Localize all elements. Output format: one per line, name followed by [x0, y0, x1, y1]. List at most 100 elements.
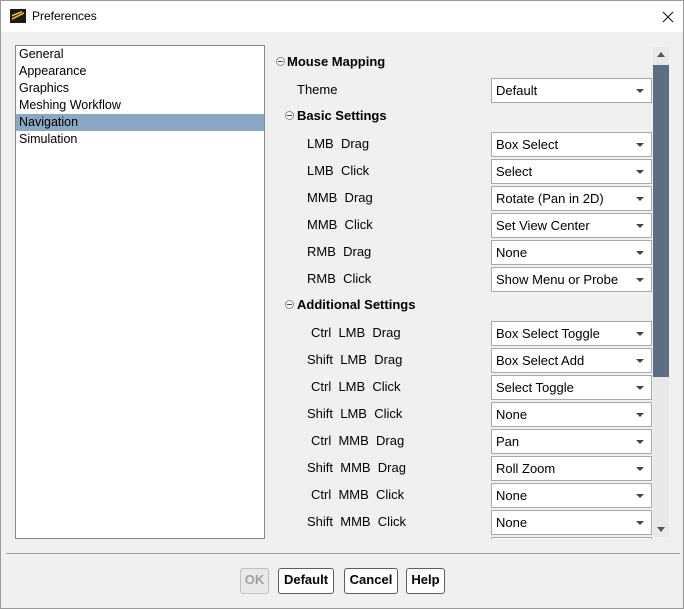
category-list: General Appearance Graphics Meshing Work… [15, 45, 265, 539]
chevron-down-icon [636, 224, 644, 228]
shift-lmb-drag-dropdown[interactable]: Box Select Add [491, 348, 652, 373]
dropdown-value: Default [496, 83, 538, 98]
setting-row: Shift MMB Drag Roll Zoom [271, 454, 653, 481]
dropdown-value: None [496, 488, 528, 503]
chevron-down-icon [636, 386, 644, 390]
setting-label: RMB Click [307, 271, 372, 286]
setting-label: RMB Drag [307, 244, 372, 259]
dropdown-value: Select Toggle [496, 380, 574, 395]
chevron-down-icon [636, 332, 644, 336]
setting-label: Ctrl LMB Drag [311, 325, 401, 340]
ctrl-mmb-drag-dropdown[interactable]: Pan [491, 429, 652, 454]
additional-settings-header: Additional Settings [271, 292, 653, 319]
shift-lmb-click-dropdown[interactable]: None [491, 402, 652, 427]
chevron-down-icon [636, 521, 644, 525]
chevron-down-icon [636, 467, 644, 471]
ok-button[interactable]: OK [240, 568, 269, 594]
category-navigation[interactable]: Navigation [16, 114, 264, 131]
settings-panel: Mouse Mapping Theme Default Basic Settin… [271, 45, 669, 539]
theme-label: Theme [297, 82, 338, 97]
setting-row: RMB Click Show Menu or Probe [271, 265, 653, 292]
setting-row: Shift LMB Drag Box Select Add [271, 346, 653, 373]
lmb-click-dropdown[interactable]: Select [491, 159, 652, 184]
ctrl-lmb-drag-dropdown[interactable]: Box Select Toggle [491, 321, 652, 346]
scroll-thumb[interactable] [653, 65, 669, 377]
shift-mmb-drag-dropdown[interactable]: Roll Zoom [491, 456, 652, 481]
chevron-down-icon [636, 494, 644, 498]
scroll-up-arrow-icon[interactable] [653, 47, 669, 63]
mouse-mapping-header: Mouse Mapping [271, 49, 653, 76]
setting-row: Ctrl MMB Drag Pan [271, 427, 653, 454]
dropdown-value: None [496, 245, 528, 260]
category-graphics[interactable]: Graphics [16, 80, 264, 97]
category-simulation[interactable]: Simulation [16, 131, 264, 148]
setting-row: LMB Drag Box Select [271, 130, 653, 157]
chevron-down-icon [636, 278, 644, 282]
lmb-drag-dropdown[interactable]: Box Select [491, 132, 652, 157]
help-button[interactable]: Help [406, 568, 445, 594]
scroll-down-arrow-icon[interactable] [653, 521, 669, 537]
close-button[interactable] [652, 1, 683, 32]
close-icon [662, 11, 673, 22]
basic-settings-header: Basic Settings [271, 103, 653, 130]
collapse-icon[interactable] [276, 57, 285, 66]
setting-label: Ctrl MMB Click [311, 487, 405, 502]
setting-row: Ctrl LMB Drag Box Select Toggle [271, 319, 653, 346]
theme-dropdown[interactable]: Default [491, 78, 652, 103]
setting-row: MMB Drag Rotate (Pan in 2D) [271, 184, 653, 211]
setting-label: Ctrl MMB Drag [311, 433, 405, 448]
chevron-down-icon [636, 143, 644, 147]
dropdown-value: Box Select Toggle [496, 326, 600, 341]
settings-scrollbar[interactable] [653, 47, 669, 537]
dropdown-value: Select [496, 164, 533, 179]
default-button[interactable]: Default [278, 568, 334, 594]
setting-label: MMB Drag [307, 190, 373, 205]
dropdown-value: None [496, 407, 528, 422]
category-meshing-workflow[interactable]: Meshing Workflow [16, 97, 264, 114]
category-general[interactable]: General [16, 46, 264, 63]
setting-label: LMB Drag [307, 136, 370, 151]
setting-label: MMB Click [307, 217, 373, 232]
setting-row: Ctrl LMB Click Select Toggle [271, 373, 653, 400]
section-title-mouse-mapping: Mouse Mapping [287, 54, 386, 69]
category-appearance[interactable]: Appearance [16, 63, 264, 80]
chevron-down-icon [636, 251, 644, 255]
window-title: Preferences [32, 9, 97, 23]
dropdown-value: Show Menu or Probe [496, 272, 619, 287]
ctrl-lmb-click-dropdown[interactable]: Select Toggle [491, 375, 652, 400]
chevron-down-icon [636, 440, 644, 444]
dropdown-value: Set View Center [496, 218, 590, 233]
app-logo-icon [10, 9, 26, 23]
next-setting-dropdown[interactable] [491, 537, 652, 539]
setting-label: Ctrl LMB Click [311, 379, 401, 394]
cancel-button[interactable]: Cancel [344, 568, 398, 594]
chevron-down-icon [636, 197, 644, 201]
title-bar: Preferences [1, 1, 683, 32]
setting-row [271, 535, 653, 539]
shift-mmb-click-dropdown[interactable]: None [491, 510, 652, 535]
setting-label: LMB Click [307, 163, 370, 178]
rmb-drag-dropdown[interactable]: None [491, 240, 652, 265]
dropdown-value: Roll Zoom [496, 461, 556, 476]
rmb-click-dropdown[interactable]: Show Menu or Probe [491, 267, 652, 292]
section-title-additional-settings: Additional Settings [297, 297, 416, 312]
section-title-basic-settings: Basic Settings [297, 108, 387, 123]
dropdown-value: Box Select [496, 137, 559, 152]
chevron-down-icon [636, 413, 644, 417]
setting-label: Shift MMB Click [307, 514, 406, 529]
dropdown-value: None [496, 515, 528, 530]
preferences-window: Preferences General Appearance Graphics … [0, 0, 684, 609]
ctrl-mmb-click-dropdown[interactable]: None [491, 483, 652, 508]
footer-divider [6, 553, 680, 554]
setting-row: LMB Click Select [271, 157, 653, 184]
chevron-down-icon [636, 359, 644, 363]
dropdown-value: Pan [496, 434, 520, 449]
chevron-down-icon [636, 170, 644, 174]
chevron-down-icon [636, 89, 644, 93]
mmb-click-dropdown[interactable]: Set View Center [491, 213, 652, 238]
setting-row: Shift LMB Click None [271, 400, 653, 427]
collapse-icon[interactable] [285, 300, 294, 309]
dropdown-value: Box Select Add [496, 353, 585, 368]
collapse-icon[interactable] [285, 111, 294, 120]
mmb-drag-dropdown[interactable]: Rotate (Pan in 2D) [491, 186, 652, 211]
